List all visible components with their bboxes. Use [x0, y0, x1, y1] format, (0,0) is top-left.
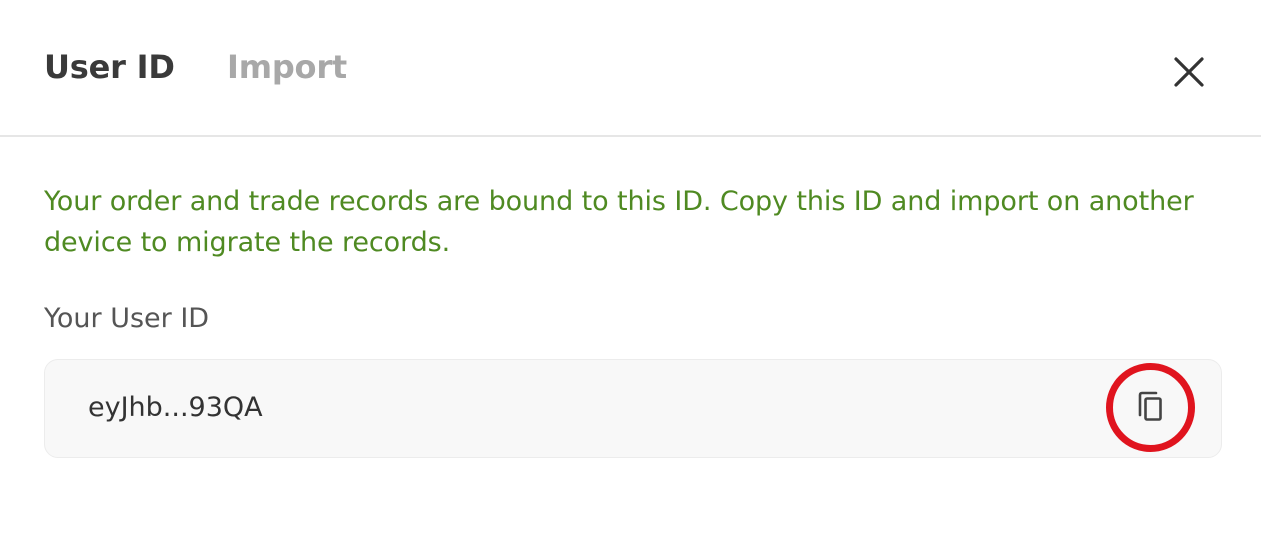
user-id-field: eyJhb...93QA — [44, 359, 1222, 458]
modal-header: User ID Import — [0, 0, 1261, 137]
user-id-modal: User ID Import Your order and trade reco… — [0, 0, 1261, 556]
description-text: Your order and trade records are bound t… — [44, 186, 1194, 258]
user-id-label: Your User ID — [44, 303, 210, 334]
copy-button[interactable] — [1106, 363, 1195, 452]
tab-import[interactable]: Import — [227, 46, 347, 88]
close-button[interactable] — [1166, 49, 1212, 95]
copy-icon — [1138, 391, 1162, 421]
close-icon — [1174, 57, 1204, 87]
tab-user-id[interactable]: User ID — [44, 46, 175, 88]
user-id-value: eyJhb...93QA — [88, 392, 263, 423]
